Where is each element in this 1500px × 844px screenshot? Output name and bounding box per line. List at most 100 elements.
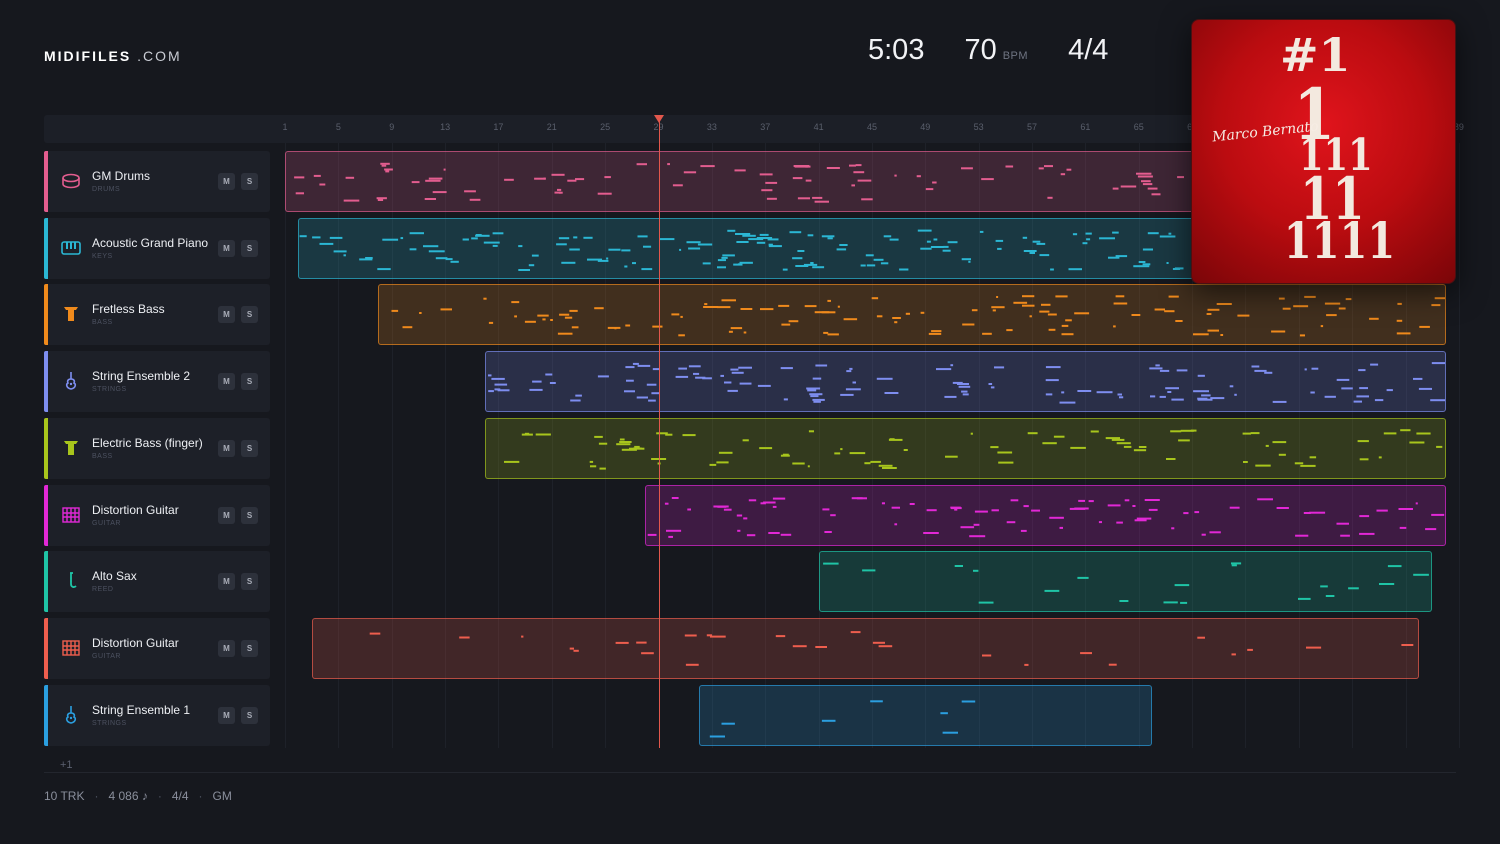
midi-note <box>1085 232 1093 235</box>
ruler-tick: 33 <box>706 122 717 132</box>
midi-note <box>990 445 999 448</box>
midi-note <box>518 244 523 247</box>
midi-note <box>1173 267 1181 270</box>
mute-button[interactable]: M <box>218 306 235 324</box>
midi-note <box>827 300 832 303</box>
mute-button[interactable]: M <box>218 573 235 591</box>
solo-button[interactable]: S <box>241 639 258 657</box>
midi-note <box>608 327 621 330</box>
track-category: DRUMS <box>92 186 121 193</box>
midi-note <box>950 364 954 367</box>
midi-note <box>489 322 494 325</box>
more-tracks-indicator[interactable]: +1 <box>60 759 73 771</box>
midi-region[interactable] <box>818 551 1433 613</box>
midi-note <box>1193 333 1210 336</box>
midi-region[interactable] <box>485 417 1446 479</box>
mute-button[interactable]: M <box>218 373 235 391</box>
track-header[interactable]: Alto Sax REED M S <box>44 551 270 613</box>
midi-note <box>1436 445 1443 448</box>
mute-button[interactable]: M <box>218 439 235 457</box>
solo-button[interactable]: S <box>241 439 258 457</box>
track-header[interactable]: Fretless Bass BASS M S <box>44 284 270 346</box>
mute-button[interactable]: M <box>218 173 235 190</box>
solo-button[interactable]: S <box>241 573 258 591</box>
midi-note <box>739 382 752 385</box>
midi-note <box>1070 446 1086 449</box>
midi-region[interactable] <box>645 484 1446 546</box>
midi-note <box>737 529 741 532</box>
midi-note <box>1237 314 1250 317</box>
footer-meter: 4/4 <box>171 789 189 803</box>
midi-note <box>1113 302 1128 305</box>
track-header[interactable]: Distortion Guitar GUITAR M S <box>44 484 270 546</box>
midi-note <box>1111 438 1125 441</box>
track-name: GM Drums <box>92 169 150 183</box>
midi-note <box>1250 431 1260 434</box>
solo-button[interactable]: S <box>241 173 258 190</box>
midi-region[interactable] <box>485 351 1446 413</box>
midi-note <box>428 177 443 180</box>
midi-note <box>545 373 553 376</box>
track-header[interactable]: String Ensemble 1 STRINGS M S <box>44 684 270 746</box>
track-header[interactable]: Acoustic Grand Piano KEYS M S <box>44 217 270 279</box>
solo-button[interactable]: S <box>241 506 258 524</box>
midi-note <box>1340 534 1351 537</box>
midi-region[interactable] <box>698 684 1153 746</box>
mute-button[interactable]: M <box>218 506 235 524</box>
midi-note <box>491 377 505 380</box>
midi-note <box>1418 387 1433 390</box>
midi-note <box>1326 314 1338 317</box>
solo-button[interactable]: S <box>241 373 258 391</box>
midi-note <box>575 394 582 397</box>
midi-note <box>1303 511 1311 514</box>
drum-icon <box>61 171 81 191</box>
solo-button[interactable]: S <box>241 239 258 257</box>
mute-button[interactable]: M <box>218 239 235 257</box>
track-header[interactable]: GM Drums DRUMS M S <box>44 151 270 212</box>
midi-note <box>1168 232 1172 235</box>
track-header[interactable]: String Ensemble 2 STRINGS M S <box>44 351 270 413</box>
playhead[interactable] <box>658 115 660 748</box>
midi-note <box>616 442 631 445</box>
midi-note <box>1123 445 1132 448</box>
midi-note <box>698 243 713 246</box>
track-color-stripe <box>44 484 48 546</box>
midi-note <box>867 264 876 267</box>
midi-note <box>641 267 653 270</box>
midi-note <box>1413 377 1423 380</box>
midi-note <box>333 250 347 253</box>
midi-note <box>550 319 554 322</box>
track-header[interactable]: Distortion Guitar GUITAR M S <box>44 617 270 679</box>
midi-note <box>440 308 453 311</box>
midi-note <box>1419 326 1431 329</box>
midi-note <box>739 261 754 264</box>
midi-region[interactable] <box>378 284 1446 346</box>
playhead-marker[interactable] <box>653 115 664 123</box>
midi-note <box>672 184 683 187</box>
midi-note <box>958 385 971 388</box>
midi-region[interactable] <box>311 617 1419 679</box>
midi-note <box>1359 532 1375 535</box>
midi-note <box>721 722 735 725</box>
solo-button[interactable]: S <box>241 706 258 724</box>
midi-note <box>993 309 997 312</box>
midi-note <box>780 367 793 370</box>
midi-note <box>1295 534 1309 537</box>
solo-button[interactable]: S <box>241 306 258 324</box>
midi-note <box>962 393 969 396</box>
midi-note <box>846 370 852 373</box>
note-lane <box>369 630 1413 666</box>
midi-note <box>1077 390 1092 393</box>
track-category: BASS <box>92 319 113 327</box>
mute-button[interactable]: M <box>218 706 235 724</box>
midi-note <box>1397 320 1403 323</box>
mute-button[interactable]: M <box>218 639 235 657</box>
midi-note <box>687 508 692 510</box>
midi-note <box>1243 460 1248 463</box>
midi-note <box>429 249 446 252</box>
midi-note <box>812 398 825 401</box>
note-lane <box>647 496 1445 538</box>
midi-note <box>1148 508 1158 511</box>
midi-note <box>626 379 634 382</box>
track-header[interactable]: Electric Bass (finger) BASS M S <box>44 417 270 479</box>
